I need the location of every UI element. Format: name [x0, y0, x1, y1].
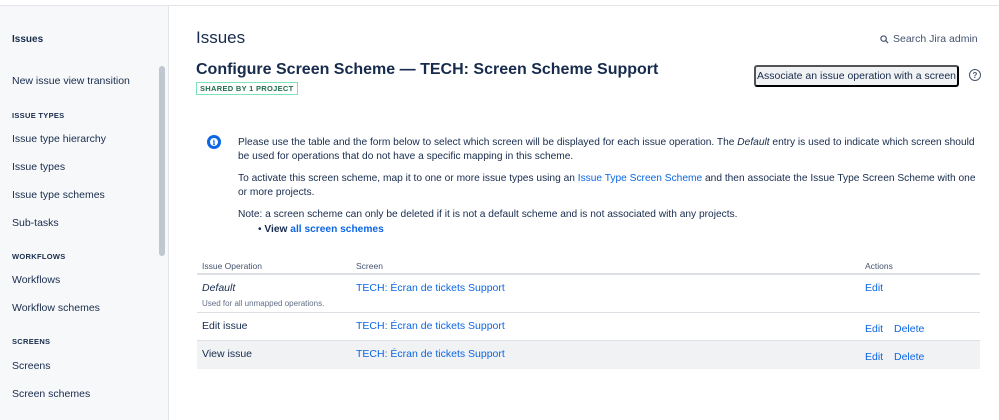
search-icon [880, 34, 889, 44]
issue-type-screen-scheme-link[interactable]: Issue Type Screen Scheme [578, 173, 702, 184]
delete-link[interactable]: Delete [894, 351, 924, 363]
sidebar: Issues New issue view transition ISSUE T… [0, 6, 169, 420]
operation-default: Default [202, 282, 236, 294]
table-header: Issue Operation Screen Actions [197, 259, 980, 275]
search-admin-label: Search Jira admin [893, 33, 978, 45]
view-all-bullet: • View all screen schemes [258, 224, 384, 235]
sidebar-heading-screens: SCREENS [12, 337, 51, 346]
all-screen-schemes-link[interactable]: all screen schemes [290, 224, 383, 235]
sidebar-heading-workflows: WORKFLOWS [12, 252, 66, 261]
help-icon[interactable]: ? [969, 69, 981, 81]
main-content: Issues Search Jira admin Configure Scree… [170, 6, 999, 420]
operation-default-note: Used for all unmapped operations. [202, 299, 325, 308]
header-screen: Screen [356, 261, 383, 271]
sidebar-item-new-issue-view-transition[interactable]: New issue view transition [12, 75, 130, 87]
edit-link[interactable]: Edit [865, 323, 883, 335]
info-paragraph-1: Please use the table and the form below … [238, 137, 975, 162]
info-paragraph-2: To activate this screen scheme, map it t… [238, 173, 976, 198]
sidebar-item-screen-schemes[interactable]: Screen schemes [12, 388, 90, 400]
header-actions: Actions [865, 261, 893, 271]
screen-scheme-table: Issue Operation Screen Actions Default U… [197, 259, 980, 369]
screen-link[interactable]: TECH: Écran de tickets Support [356, 348, 505, 360]
sidebar-item-issue-type-schemes[interactable]: Issue type schemes [12, 189, 105, 201]
header-issue-operation: Issue Operation [202, 261, 263, 271]
operation-edit-issue: Edit issue [202, 320, 248, 332]
edit-link[interactable]: Edit [865, 351, 883, 363]
sidebar-item-screens[interactable]: Screens [12, 360, 51, 372]
table-row: View issue TECH: Écran de tickets Suppor… [197, 341, 980, 369]
page-title: Issues [196, 28, 246, 47]
info-paragraph-3: Note: a screen scheme can only be delete… [238, 209, 738, 220]
sidebar-heading-issue-types: ISSUE TYPES [12, 111, 65, 120]
scheme-title: Configure Screen Scheme — TECH: Screen S… [196, 61, 659, 78]
delete-link[interactable]: Delete [894, 323, 924, 335]
info-icon [207, 135, 221, 149]
sidebar-item-workflow-schemes[interactable]: Workflow schemes [12, 302, 100, 314]
sidebar-item-workflows[interactable]: Workflows [12, 274, 60, 286]
operation-view-issue: View issue [202, 348, 252, 360]
shared-badge[interactable]: SHARED BY 1 PROJECT [196, 82, 298, 95]
sidebar-item-sub-tasks[interactable]: Sub-tasks [12, 217, 59, 229]
sidebar-item-issue-types[interactable]: Issue types [12, 161, 65, 173]
sidebar-title: Issues [12, 34, 44, 45]
table-row: Default Used for all unmapped operations… [197, 275, 980, 313]
associate-operation-button[interactable]: Associate an issue operation with a scre… [754, 65, 959, 87]
sidebar-item-issue-type-hierarchy[interactable]: Issue type hierarchy [12, 133, 106, 145]
screen-link[interactable]: TECH: Écran de tickets Support [356, 320, 505, 332]
info-message: Please use the table and the form below … [238, 136, 978, 237]
search-admin-link[interactable]: Search Jira admin [880, 33, 978, 45]
edit-link[interactable]: Edit [865, 282, 883, 294]
sidebar-scrollbar[interactable] [159, 66, 165, 256]
table-row: Edit issue TECH: Écran de tickets Suppor… [197, 313, 980, 341]
screen-link[interactable]: TECH: Écran de tickets Support [356, 282, 505, 294]
